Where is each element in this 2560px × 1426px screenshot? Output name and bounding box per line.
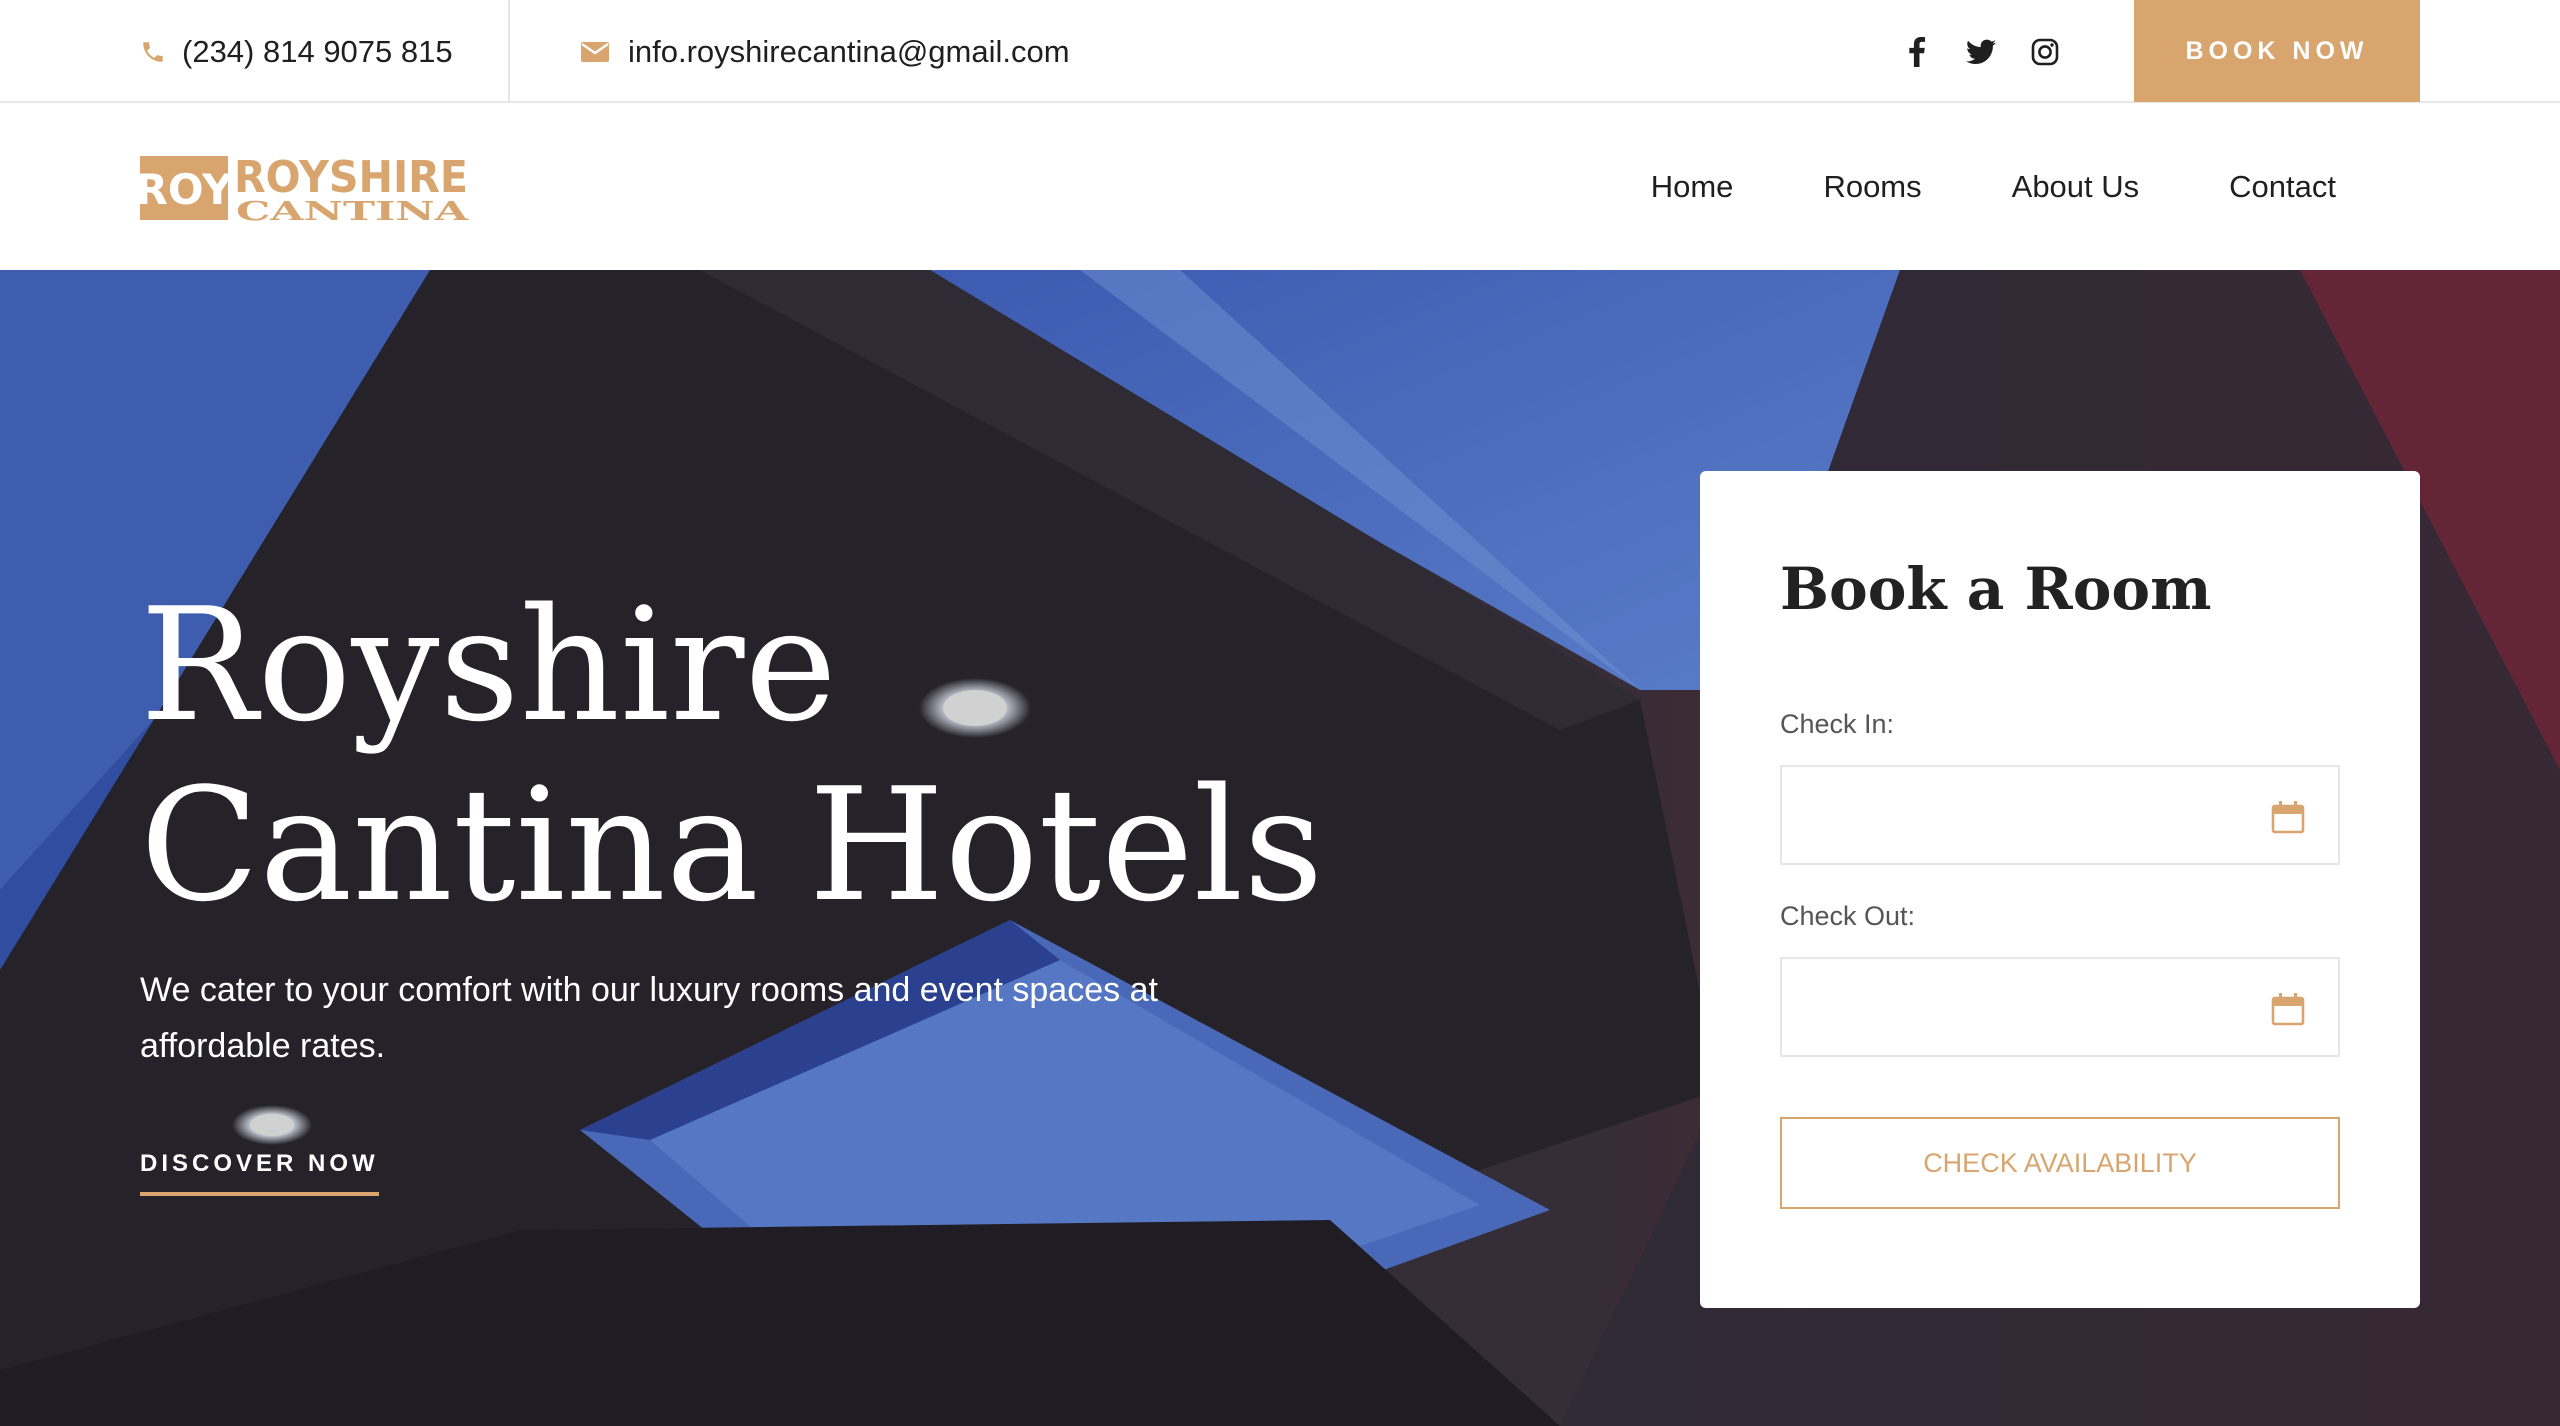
- svg-text:ROYSHIRE: ROYSHIRE: [234, 152, 468, 203]
- discover-now-link[interactable]: DISCOVER NOW: [140, 1150, 379, 1196]
- nav-home[interactable]: Home: [1651, 169, 1734, 205]
- check-out-input[interactable]: [1782, 959, 2338, 1055]
- nav-rooms[interactable]: Rooms: [1823, 169, 1921, 205]
- social-links: [1900, 0, 2062, 103]
- facebook-icon[interactable]: [1900, 35, 1934, 69]
- check-availability-button[interactable]: CHECK AVAILABILITY: [1780, 1117, 2340, 1209]
- royshire-logo[interactable]: ROY ROYSHIRE CANTINA: [136, 152, 470, 227]
- top-bar: (234) 814 9075 815 info.royshirecantina@…: [0, 0, 2560, 103]
- email-address[interactable]: info.royshirecantina@gmail.com: [628, 34, 1070, 70]
- check-in-field[interactable]: [1780, 765, 2340, 865]
- nav-contact[interactable]: Contact: [2229, 169, 2336, 205]
- svg-text:CANTINA: CANTINA: [236, 197, 469, 224]
- nav-menu: Home Rooms About Us Contact: [1651, 104, 2336, 270]
- phone-number[interactable]: (234) 814 9075 815: [182, 34, 453, 70]
- main-navbar: ROY ROYSHIRE CANTINA Home Rooms About Us…: [0, 104, 2560, 270]
- check-in-label: Check In:: [1780, 709, 1895, 739]
- booking-title: Book a Room: [1780, 555, 2212, 623]
- check-out-label: Check Out:: [1780, 901, 1916, 931]
- check-in-input[interactable]: [1782, 767, 2338, 863]
- envelope-icon: [580, 40, 610, 64]
- hero-title: Royshire Cantina Hotels: [140, 575, 1340, 935]
- twitter-icon[interactable]: [1964, 35, 1998, 69]
- hero-title-line-2: Cantina Hotels: [140, 754, 1324, 936]
- calendar-icon[interactable]: [2270, 991, 2306, 1027]
- svg-text:ROY: ROY: [140, 165, 233, 214]
- topbar-divider: [508, 0, 510, 103]
- calendar-icon[interactable]: [2270, 799, 2306, 835]
- hero-section: Royshire Cantina Hotels We cater to your…: [0, 270, 2560, 1426]
- phone-icon: [140, 39, 166, 65]
- hero-subtitle: We cater to your comfort with our luxury…: [140, 971, 1158, 1065]
- check-out-field[interactable]: [1780, 957, 2340, 1057]
- nav-about-us[interactable]: About Us: [2012, 169, 2140, 205]
- phone-contact[interactable]: (234) 814 9075 815: [140, 0, 453, 103]
- hero-title-line-1: Royshire: [140, 574, 837, 756]
- booking-card: Book a Room Check In: Check Out: CHECK A…: [1700, 471, 2420, 1308]
- book-now-button[interactable]: BOOK NOW: [2134, 0, 2420, 102]
- email-contact[interactable]: info.royshirecantina@gmail.com: [580, 0, 1070, 103]
- instagram-icon[interactable]: [2028, 35, 2062, 69]
